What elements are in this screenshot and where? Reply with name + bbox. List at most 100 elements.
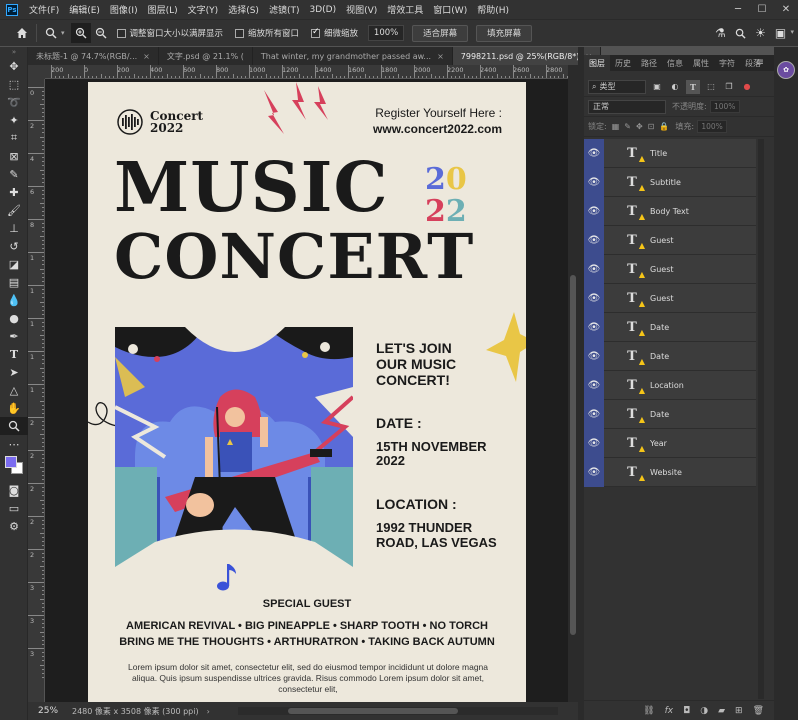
clone-stamp-tool-icon[interactable]: ⊥ (0, 219, 28, 237)
preset-chevron-down-icon[interactable]: ▾ (61, 29, 65, 37)
blend-mode-select[interactable]: 正常 (588, 99, 666, 114)
filter-type-icon[interactable]: T (686, 79, 700, 94)
visibility-eye-icon[interactable]: 👁 (584, 254, 604, 284)
lock-pixels-icon[interactable]: ✎ (624, 122, 631, 131)
color-swatches[interactable] (0, 453, 28, 481)
shape-tool-icon[interactable]: △ (0, 381, 28, 399)
layer-row[interactable]: 👁 T ▲ Body Text (584, 196, 756, 226)
layer-row[interactable]: 👁 T ▲ Date (584, 312, 756, 342)
layer-row[interactable]: 👁 T ▲ Location (584, 370, 756, 400)
visibility-eye-icon[interactable]: 👁 (584, 399, 604, 429)
zoom-in-icon[interactable] (70, 23, 91, 43)
layer-filter-select[interactable]: ⌕ 类型 (588, 79, 646, 94)
scrollbar-thumb[interactable] (570, 275, 576, 635)
filter-toggle-icon[interactable]: ● (740, 80, 754, 94)
layer-row[interactable]: 👁 T ▲ Website (584, 457, 756, 487)
menu-type[interactable]: 文字(Y) (183, 3, 224, 16)
tab-history[interactable]: 历史 (610, 55, 636, 71)
opacity-field[interactable]: 100% (709, 100, 740, 113)
fill-field[interactable]: 100% (697, 120, 728, 133)
gradient-tool-icon[interactable]: ▤ (0, 273, 28, 291)
lock-all-icon[interactable]: 🔒 (659, 122, 669, 131)
move-tool-icon[interactable]: ✥ (0, 57, 28, 75)
plugin-avatar-icon[interactable]: ✿ (777, 61, 795, 79)
menu-image[interactable]: 图像(I) (105, 3, 143, 16)
delete-layer-icon[interactable]: 🗑 (753, 706, 764, 716)
zoom-tool-preset-icon[interactable] (41, 23, 61, 43)
magic-wand-tool-icon[interactable]: ✦ (0, 111, 28, 129)
visibility-eye-icon[interactable]: 👁 (584, 283, 604, 313)
visibility-eye-icon[interactable]: 👁 (584, 370, 604, 400)
workspace-icon[interactable]: ▣ (770, 23, 790, 43)
foreground-color-swatch[interactable] (5, 456, 17, 468)
vertical-scrollbar[interactable] (568, 65, 578, 702)
layers-scrollbar[interactable] (758, 139, 764, 699)
frame-tool-icon[interactable]: ⊠ (0, 147, 28, 165)
lightbulb-icon[interactable]: ☀ (750, 23, 770, 43)
zoom-out-icon[interactable] (91, 23, 111, 43)
visibility-eye-icon[interactable]: 👁 (584, 167, 604, 197)
filter-pixel-icon[interactable]: ▣ (650, 80, 664, 94)
checkbox-box-checked[interactable] (311, 27, 321, 38)
maximize-icon[interactable]: ☐ (750, 0, 774, 19)
layer-row[interactable]: 👁 T ▲ Subtitle (584, 167, 756, 197)
visibility-eye-icon[interactable]: 👁 (584, 225, 604, 255)
menu-view[interactable]: 视图(V) (341, 3, 382, 16)
zoom-tool-icon[interactable] (0, 417, 28, 435)
lasso-tool-icon[interactable]: ➰ (0, 93, 28, 111)
history-brush-tool-icon[interactable]: ↺ (0, 237, 28, 255)
layer-row[interactable]: 👁 T ▲ Title (584, 138, 756, 168)
toolbar-collapse-icon[interactable]: » (0, 47, 28, 57)
tab-that-winter[interactable]: That winter, my grandmother passed aw...… (253, 47, 453, 65)
marquee-tool-icon[interactable]: ⬚ (0, 75, 28, 93)
tab-text-psd[interactable]: 文字.psd @ 21.1% ( (159, 47, 253, 65)
tab-layers[interactable]: 图层 (584, 55, 610, 71)
menu-filter[interactable]: 滤镜(T) (264, 3, 305, 16)
minimize-icon[interactable]: ─ (726, 0, 750, 19)
new-group-icon[interactable]: ▰ (718, 706, 725, 716)
scrubby-zoom-checkbox[interactable]: 细微缩放 (311, 27, 358, 39)
flask-icon[interactable]: ⚗ (710, 23, 730, 43)
adjustment-layer-icon[interactable]: ◑ (700, 706, 708, 716)
layer-row[interactable]: 👁 T ▲ Year (584, 428, 756, 458)
layer-mask-icon[interactable]: ◘ (683, 706, 690, 716)
eyedropper-tool-icon[interactable]: ✎ (0, 165, 28, 183)
new-layer-icon[interactable]: ⊞ (735, 706, 743, 716)
tab-properties[interactable]: 属性 (688, 55, 714, 71)
healing-brush-tool-icon[interactable]: ✚ (0, 183, 28, 201)
filter-adjustment-icon[interactable]: ◐ (668, 80, 682, 94)
more-tools-icon[interactable]: ⋯ (0, 435, 28, 453)
fill-screen-button[interactable]: 填充屏幕 (476, 24, 533, 42)
zoom-all-windows-checkbox[interactable]: 缩放所有窗口 (235, 27, 299, 39)
extra-tool-icon[interactable]: ⚙ (0, 517, 28, 535)
layer-row[interactable]: 👁 T ▲ Date (584, 341, 756, 371)
tab-info[interactable]: 信息 (662, 55, 688, 71)
scrollbar-thumb[interactable] (288, 708, 458, 714)
status-chevron-right-icon[interactable]: › (207, 707, 210, 716)
visibility-eye-icon[interactable]: 👁 (584, 428, 604, 458)
crop-tool-icon[interactable]: ⌗ (0, 129, 28, 147)
horizontal-ruler[interactable]: 200 0 200 400 600 800 1000 1200 1400 1600 1800 2000… (45, 65, 568, 79)
status-zoom-level[interactable]: 25% (28, 706, 68, 716)
menu-edit[interactable]: 编辑(E) (64, 3, 105, 16)
tab-character[interactable]: 字符 (714, 55, 740, 71)
menu-3d[interactable]: 3D(D) (304, 5, 341, 15)
screen-mode-icon[interactable]: ▭ (0, 499, 28, 517)
visibility-eye-icon[interactable]: 👁 (584, 312, 604, 342)
layer-row[interactable]: 👁 T ▲ Guest (584, 225, 756, 255)
visibility-eye-icon[interactable]: 👁 (584, 457, 604, 487)
vertical-ruler[interactable]: 0 2 4 6 8 1 1 1 1 1 2 2 2 2 2 3 3 3 (28, 79, 45, 702)
menu-help[interactable]: 帮助(H) (472, 3, 514, 16)
pen-tool-icon[interactable]: ✒ (0, 327, 28, 345)
visibility-eye-icon[interactable]: 👁 (584, 196, 604, 226)
lock-transparent-icon[interactable]: ▦ (612, 122, 620, 131)
panel-menu-icon[interactable]: ≡ (756, 57, 764, 68)
document-size-info[interactable]: 2480 像素 x 3508 像素 (300 ppi) (68, 706, 199, 717)
zoom-level-field[interactable]: 100% (368, 25, 405, 41)
home-icon[interactable] (12, 23, 32, 43)
dodge-tool-icon[interactable]: ● (0, 309, 28, 327)
lock-position-icon[interactable]: ✥ (636, 122, 643, 131)
tab-close-icon[interactable]: × (437, 52, 444, 61)
layer-row[interactable]: 👁 T ▲ Date (584, 399, 756, 429)
canvas-area[interactable]: Concert 2022 Register Yourself Here : ww… (45, 79, 568, 702)
